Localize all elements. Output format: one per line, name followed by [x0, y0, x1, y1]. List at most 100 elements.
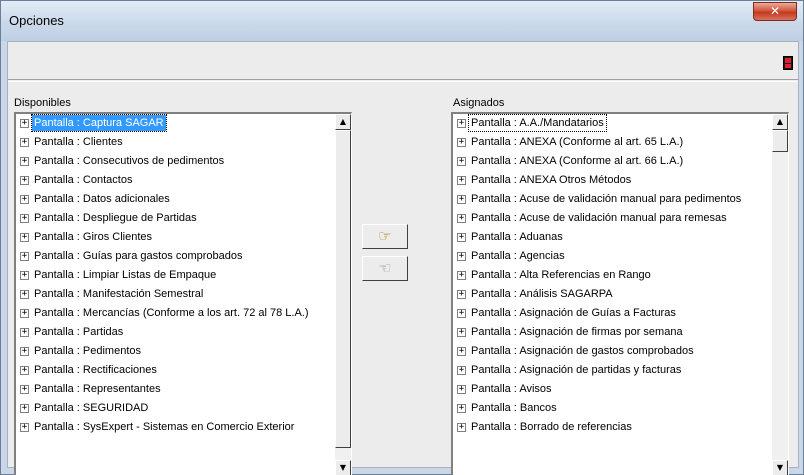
- available-label: Disponibles: [14, 97, 71, 109]
- list-item-label: Pantalla : Giros Clientes: [34, 231, 152, 244]
- list-item[interactable]: + Pantalla : Limpiar Listas de Empaque: [16, 266, 335, 285]
- scroll-down-button[interactable]: ▼: [772, 460, 788, 475]
- list-item[interactable]: + Pantalla : Giros Clientes: [16, 228, 335, 247]
- list-item[interactable]: + Pantalla : Aduanas: [453, 228, 772, 247]
- list-item[interactable]: + Pantalla : Pedimentos: [16, 342, 335, 361]
- expand-icon[interactable]: +: [457, 175, 466, 185]
- expand-icon[interactable]: +: [457, 270, 466, 280]
- expand-icon[interactable]: +: [457, 384, 466, 394]
- expand-icon[interactable]: +: [20, 289, 29, 299]
- list-item-label: Pantalla : Mercancías (Conforme a los ar…: [34, 307, 309, 320]
- expand-icon[interactable]: +: [20, 194, 29, 204]
- scroll-down-button[interactable]: ▼: [335, 460, 351, 475]
- expand-icon[interactable]: +: [20, 403, 29, 413]
- expand-icon[interactable]: +: [457, 346, 466, 356]
- list-item-label: Pantalla : Asignación de firmas por sema…: [471, 326, 683, 339]
- list-item[interactable]: + Pantalla : Representantes: [16, 380, 335, 399]
- list-item-label: Pantalla : Acuse de validación manual pa…: [471, 212, 727, 225]
- expand-icon[interactable]: +: [20, 232, 29, 242]
- list-item[interactable]: + Pantalla : Partidas: [16, 323, 335, 342]
- expand-icon[interactable]: +: [20, 118, 29, 128]
- expand-icon[interactable]: +: [20, 175, 29, 185]
- list-item[interactable]: + Pantalla : Clientes: [16, 133, 335, 152]
- list-item-label: Pantalla : Borrado de referencias: [471, 421, 632, 434]
- list-item-label: Pantalla : Clientes: [34, 136, 123, 149]
- expand-icon[interactable]: +: [20, 270, 29, 280]
- list-item[interactable]: + Pantalla : Agencias: [453, 247, 772, 266]
- list-item[interactable]: + Pantalla : ANEXA (Conforme al art. 65 L…: [453, 133, 772, 152]
- expand-icon[interactable]: +: [20, 137, 29, 147]
- expand-icon[interactable]: +: [20, 422, 29, 432]
- list-item[interactable]: + Pantalla : Despliegue de Partidas: [16, 209, 335, 228]
- expand-icon[interactable]: +: [457, 213, 466, 223]
- expand-icon[interactable]: +: [20, 308, 29, 318]
- list-item-label: Pantalla : SysExpert - Sistemas en Comer…: [34, 421, 295, 434]
- expand-icon[interactable]: +: [457, 308, 466, 318]
- list-item[interactable]: + Pantalla : Mercancías (Conforme a los a…: [16, 304, 335, 323]
- list-item[interactable]: + Pantalla : SysExpert - Sistemas en Come…: [16, 418, 335, 437]
- list-item-label: Pantalla : ANEXA (Conforme al art. 65 L.…: [471, 136, 684, 149]
- expand-icon[interactable]: +: [20, 213, 29, 223]
- unassign-button[interactable]: ☜: [362, 256, 408, 281]
- expand-icon[interactable]: +: [20, 346, 29, 356]
- list-item[interactable]: + Pantalla : Rectificaciones: [16, 361, 335, 380]
- list-item[interactable]: + Pantalla : Asignación de Guías a Factur…: [453, 304, 772, 323]
- list-item[interactable]: + Pantalla : Avisos: [453, 380, 772, 399]
- list-item-label: Pantalla : Captura SAGAR: [31, 114, 167, 133]
- exit-door-icon[interactable]: [783, 56, 793, 70]
- scroll-thumb[interactable]: [772, 130, 788, 152]
- list-item[interactable]: + Pantalla : Asignación de gastos comprob…: [453, 342, 772, 361]
- list-item[interactable]: + Pantalla : Acuse de validación manual p…: [453, 209, 772, 228]
- expand-icon[interactable]: +: [20, 327, 29, 337]
- list-item[interactable]: + Pantalla : Datos adicionales: [16, 190, 335, 209]
- expand-icon[interactable]: +: [457, 289, 466, 299]
- scroll-up-button[interactable]: ▲: [772, 114, 788, 130]
- expand-icon[interactable]: +: [457, 327, 466, 337]
- close-button[interactable]: ✕: [753, 2, 797, 21]
- list-item[interactable]: + Pantalla : A.A./Mandatarios: [453, 114, 772, 133]
- expand-icon[interactable]: +: [20, 156, 29, 166]
- list-item[interactable]: + Pantalla : Consecutivos de pedimentos: [16, 152, 335, 171]
- expand-icon[interactable]: +: [457, 422, 466, 432]
- list-item-label: Pantalla : Bancos: [471, 402, 557, 415]
- assigned-vscroll[interactable]: ▲ ▼: [772, 114, 788, 475]
- assign-button[interactable]: ☞: [362, 224, 408, 249]
- expand-icon[interactable]: +: [20, 251, 29, 261]
- expand-icon[interactable]: +: [457, 232, 466, 242]
- scroll-thumb[interactable]: [335, 130, 351, 448]
- expand-icon[interactable]: +: [457, 365, 466, 375]
- expand-icon[interactable]: +: [20, 384, 29, 394]
- list-item[interactable]: + Pantalla : ANEXA (Conforme al art. 66 L…: [453, 152, 772, 171]
- list-item[interactable]: + Pantalla : SEGURIDAD: [16, 399, 335, 418]
- list-item-label: Pantalla : Alta Referencias en Rango: [471, 269, 651, 282]
- list-item[interactable]: + Pantalla : Acuse de validación manual p…: [453, 190, 772, 209]
- available-vscroll[interactable]: ▲ ▼: [335, 114, 351, 475]
- expand-icon[interactable]: +: [457, 251, 466, 261]
- expand-icon[interactable]: +: [457, 403, 466, 413]
- list-item[interactable]: + Pantalla : Manifestación Semestral: [16, 285, 335, 304]
- list-item-label: Pantalla : Aduanas: [471, 231, 563, 244]
- assigned-list[interactable]: + Pantalla : A.A./Mandatarios + Pantalla : …: [451, 112, 789, 475]
- list-item-label: Pantalla : Pedimentos: [34, 345, 142, 358]
- assigned-label: Asignados: [453, 97, 505, 109]
- expand-icon[interactable]: +: [457, 137, 466, 147]
- list-item[interactable]: + Pantalla : Captura SAGAR: [16, 114, 335, 133]
- list-item[interactable]: + Pantalla : Asignación de firmas por sem…: [453, 323, 772, 342]
- available-list[interactable]: + Pantalla : Captura SAGAR + Pantalla : Cli…: [14, 112, 352, 475]
- list-item-label: Pantalla : Datos adicionales: [34, 193, 170, 206]
- list-item[interactable]: + Pantalla : Borrado de referencias: [453, 418, 772, 437]
- list-item[interactable]: + Pantalla : Bancos: [453, 399, 772, 418]
- title-bar[interactable]: Opciones ✕: [1, 1, 803, 41]
- list-item[interactable]: + Pantalla : Guías para gastos comprobado…: [16, 247, 335, 266]
- expand-icon[interactable]: +: [457, 194, 466, 204]
- list-item[interactable]: + Pantalla : Análisis SAGARPA: [453, 285, 772, 304]
- expand-icon[interactable]: +: [457, 118, 466, 128]
- scroll-up-button[interactable]: ▲: [335, 114, 351, 130]
- list-item[interactable]: + Pantalla : Contactos: [16, 171, 335, 190]
- expand-icon[interactable]: +: [20, 365, 29, 375]
- list-item[interactable]: + Pantalla : Asignación de partidas y fac…: [453, 361, 772, 380]
- list-item[interactable]: + Pantalla : Alta Referencias en Rango: [453, 266, 772, 285]
- list-item[interactable]: + Pantalla : ANEXA Otros Métodos: [453, 171, 772, 190]
- list-item-label: Pantalla : A.A./Mandatarios: [468, 114, 607, 133]
- expand-icon[interactable]: +: [457, 156, 466, 166]
